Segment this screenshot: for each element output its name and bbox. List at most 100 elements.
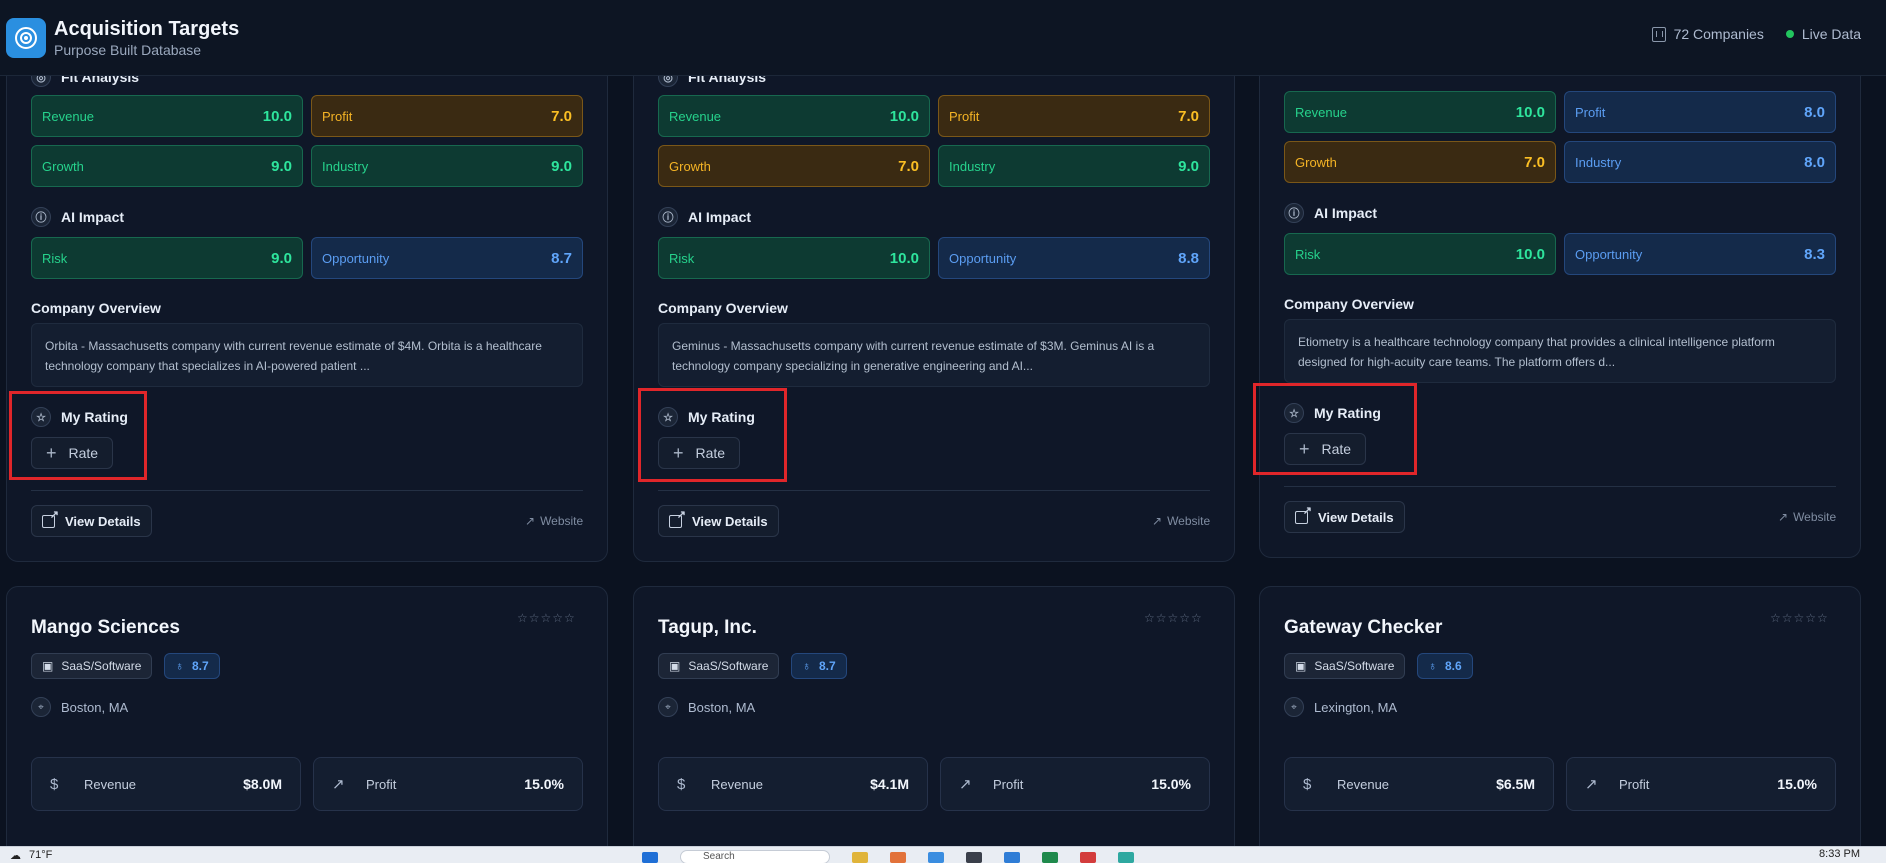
metric-industry: Industry 9.0 [311, 145, 583, 187]
award-icon: ♁ [175, 659, 184, 673]
map-pin-icon: ⌖ [1284, 697, 1304, 717]
sector-tag: ▣ SaaS/Software [31, 653, 153, 679]
company-card-gateway-checker: Gateway Checker ☆☆☆☆☆ ▣ SaaS/Software ♁ 8.… [1259, 586, 1861, 863]
star-rating-icons[interactable]: ☆☆☆☆☆ [1144, 611, 1203, 625]
view-details-button[interactable]: View Details [1284, 501, 1405, 533]
external-link-icon: ↗ [1152, 514, 1163, 528]
external-link-icon [669, 508, 686, 528]
star-rating-icons[interactable]: ☆☆☆☆☆ [517, 611, 576, 625]
score-badge: ♁ 8.7 [164, 653, 220, 679]
target-logo-icon [6, 17, 46, 58]
company-overview-heading: Company Overview [1284, 296, 1414, 312]
clock[interactable]: 8:33 PM [1819, 848, 1860, 860]
dollar-icon: $ [677, 775, 686, 793]
brain-icon: ⓘ [658, 207, 678, 227]
profit-stat: ↗ Profit 15.0% [313, 757, 583, 811]
view-details-button[interactable]: View Details [31, 505, 152, 537]
profit-stat: ↗ Profit 15.0% [1566, 757, 1836, 811]
profit-stat: ↗ Profit 15.0% [940, 757, 1210, 811]
company-card-geminus: ◎ Fit Analysis Revenue 10.0 Profit 7.0 Grow… [633, 40, 1235, 562]
company-card-tagup: Tagup, Inc. ☆☆☆☆☆ ▣ SaaS/Software ♁ 8.7 ⌖ B… [633, 586, 1235, 863]
company-card-orbita: ◎ Fit Analysis Revenue 10.0 Profit 7.0 Grow… [6, 40, 608, 562]
building-icon [1651, 26, 1666, 42]
company-overview-text: Geminus - Massachusetts company with cur… [658, 323, 1210, 387]
divider [658, 490, 1210, 491]
map-pin-icon: ⌖ [658, 697, 678, 717]
os-taskbar: ☁ 71°F Search 8:33 PM [0, 846, 1886, 863]
metric-growth: Growth 7.0 [1284, 141, 1556, 183]
company-overview-heading: Company Overview [658, 300, 788, 316]
trending-up-icon: ↗ [959, 776, 972, 793]
excel-icon[interactable] [1042, 851, 1058, 863]
metric-profit: Profit 7.0 [938, 95, 1210, 137]
live-dot-icon [1785, 30, 1794, 38]
brain-icon: ⓘ [1284, 203, 1304, 223]
companies-count: 72 Companies [1651, 26, 1764, 42]
revenue-stat: $ Revenue $6.5M [1284, 757, 1554, 811]
website-link[interactable]: ↗ Website [1778, 510, 1836, 524]
trending-up-icon: ↗ [1585, 776, 1598, 793]
app-icon[interactable] [928, 851, 944, 863]
briefcase-icon: ▣ [42, 659, 54, 673]
metric-industry: Industry 9.0 [938, 145, 1210, 187]
metric-revenue: Revenue 10.0 [658, 95, 930, 137]
company-name: Tagup, Inc. [658, 617, 757, 638]
metric-risk: Risk 10.0 [658, 237, 930, 279]
divider [31, 490, 583, 491]
metric-opportunity: Opportunity 8.3 [1564, 233, 1836, 275]
map-pin-icon: ⌖ [31, 697, 51, 717]
dollar-icon: $ [1303, 775, 1312, 793]
location: ⌖ Boston, MA [31, 697, 128, 717]
briefcase-icon: ▣ [669, 659, 681, 673]
page-subtitle: Purpose Built Database [54, 41, 202, 58]
briefcase-icon: ▣ [1295, 659, 1307, 673]
ai-impact-heading: ⓘ AI Impact [31, 207, 124, 227]
score-badge: ♁ 8.6 [1417, 653, 1473, 679]
metric-revenue: Revenue 10.0 [1284, 91, 1556, 133]
company-card-etiometry: Revenue 10.0 Profit 8.0 Growth 7.0 Industry… [1259, 36, 1861, 558]
live-data-indicator: Live Data [1785, 26, 1861, 42]
location: ⌖ Lexington, MA [1284, 697, 1397, 717]
metric-profit: Profit 8.0 [1564, 91, 1836, 133]
metric-growth: Growth 7.0 [658, 145, 930, 187]
ai-impact-heading: ⓘ AI Impact [1284, 203, 1377, 223]
sector-tag: ▣ SaaS/Software [658, 653, 780, 679]
dollar-icon: $ [50, 775, 59, 793]
divider [1284, 486, 1836, 487]
start-icon[interactable] [642, 851, 658, 863]
external-link-icon [42, 508, 59, 528]
star-rating-icons[interactable]: ☆☆☆☆☆ [1770, 611, 1829, 625]
trending-up-icon: ↗ [332, 776, 345, 793]
page-title: Acquisition Targets [54, 17, 240, 40]
browser-icon[interactable] [890, 851, 906, 863]
external-link-icon [1295, 504, 1312, 524]
app-icon[interactable] [966, 851, 982, 863]
metric-risk: Risk 9.0 [31, 237, 303, 279]
file-explorer-icon[interactable] [852, 851, 868, 863]
app-icon[interactable] [1118, 851, 1134, 863]
app-icon[interactable] [1004, 851, 1020, 863]
company-name: Mango Sciences [31, 617, 180, 638]
metric-risk: Risk 10.0 [1284, 233, 1556, 275]
metric-industry: Industry 8.0 [1564, 141, 1836, 183]
website-link[interactable]: ↗ Website [525, 514, 583, 528]
metric-growth: Growth 9.0 [31, 145, 303, 187]
company-overview-text: Orbita - Massachusetts company with curr… [31, 323, 583, 387]
highlight-box [638, 388, 787, 482]
company-overview-heading: Company Overview [31, 300, 161, 316]
revenue-stat: $ Revenue $8.0M [31, 757, 301, 811]
metric-profit: Profit 7.0 [311, 95, 583, 137]
ai-impact-heading: ⓘ AI Impact [658, 207, 751, 227]
view-details-button[interactable]: View Details [658, 505, 779, 537]
revenue-stat: $ Revenue $4.1M [658, 757, 928, 811]
taskbar-search[interactable]: Search [680, 850, 830, 863]
company-card-mango-sciences: Mango Sciences ☆☆☆☆☆ ▣ SaaS/Software ♁ 8.7… [6, 586, 608, 863]
metric-opportunity: Opportunity 8.7 [311, 237, 583, 279]
app-icon[interactable] [1080, 851, 1096, 863]
website-link[interactable]: ↗ Website [1152, 514, 1210, 528]
company-overview-text: Etiometry is a healthcare technology com… [1284, 319, 1836, 383]
location: ⌖ Boston, MA [658, 697, 755, 717]
weather-widget[interactable]: ☁ 71°F [10, 849, 52, 862]
highlight-box [9, 391, 147, 480]
external-link-icon: ↗ [1778, 510, 1789, 524]
